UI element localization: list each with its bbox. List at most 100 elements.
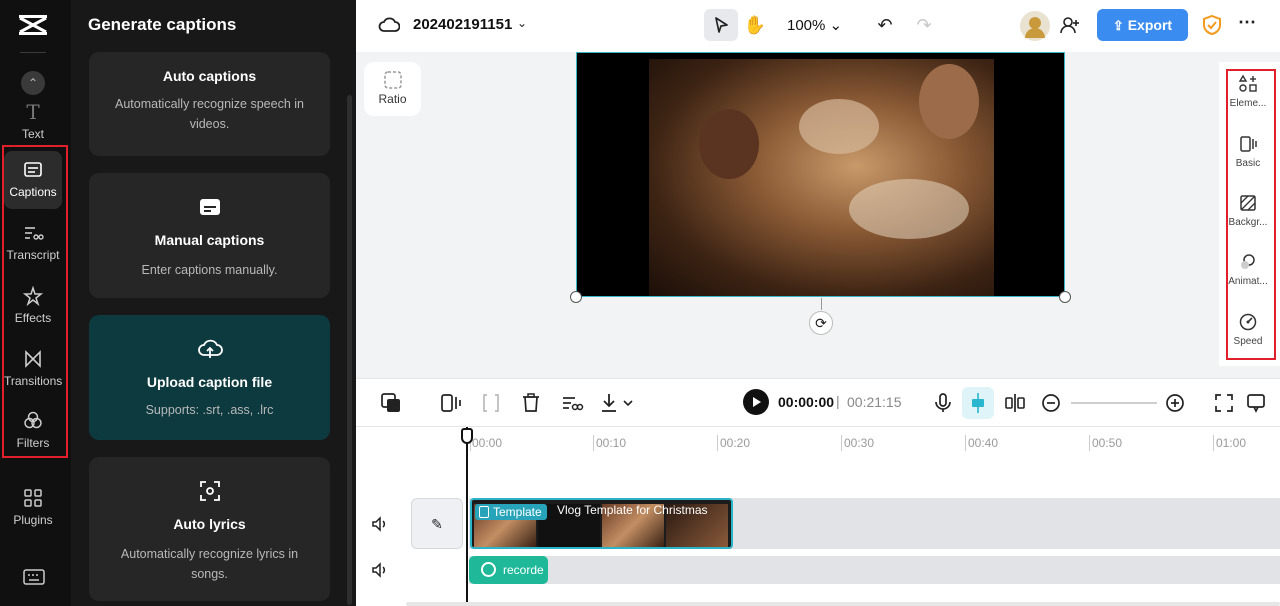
zoom-value: 100% <box>787 17 826 34</box>
replace-clip-icon[interactable] <box>379 391 403 415</box>
tick-label: 00:50 <box>1092 436 1123 450</box>
magnet-snap-icon <box>972 393 984 413</box>
project-name[interactable]: 202402191151 <box>413 16 512 33</box>
auto-captions-card[interactable]: Auto captions Automatically recognize sp… <box>89 52 330 156</box>
tick-mark <box>1089 435 1090 451</box>
text-icon: T <box>26 100 40 124</box>
rail-item-plugins[interactable]: Plugins <box>4 479 62 537</box>
ratio-label: Ratio <box>378 92 407 106</box>
card-description: Supports: .srt, .ass, .lrc <box>145 403 274 417</box>
fullscreen-icon[interactable] <box>1212 391 1236 415</box>
zoom-slider[interactable] <box>1071 402 1157 404</box>
feedback-icon[interactable] <box>1244 391 1268 415</box>
trim-icon[interactable] <box>479 391 503 415</box>
card-title: Upload caption file <box>146 374 273 390</box>
resize-handle[interactable] <box>1059 291 1071 303</box>
redo-button[interactable]: ↷ <box>907 9 941 41</box>
pencil-icon: ✎ <box>431 516 443 532</box>
tick-label: 00:00 <box>472 436 503 450</box>
card-title: Auto lyrics <box>173 516 246 532</box>
audio-track[interactable] <box>469 556 1280 584</box>
timeline-scrollbar[interactable] <box>406 602 1280 606</box>
play-icon <box>753 397 761 407</box>
hand-tool-button[interactable]: ✋ <box>738 9 772 41</box>
microphone-icon[interactable] <box>931 391 955 415</box>
template-badge: Template <box>475 504 547 520</box>
video-preview-frame[interactable] <box>576 52 1065 297</box>
subtitle-icon <box>199 199 220 215</box>
auto-snap-toggle[interactable] <box>962 387 994 419</box>
card-title: Auto captions <box>162 68 257 84</box>
card-description: Automatically recognize lyrics in songs. <box>120 547 299 581</box>
rotate-icon[interactable]: ⟳ <box>809 311 833 335</box>
undo-button[interactable]: ↶ <box>868 9 902 41</box>
preview-canvas: Ratio ⟳ <box>356 52 1280 378</box>
playhead[interactable] <box>466 427 468 606</box>
playhead-handle[interactable] <box>461 428 473 444</box>
pointer-icon <box>715 17 728 33</box>
scroll-up-icon[interactable]: ⌃ <box>21 71 45 95</box>
panel-scrollbar[interactable] <box>347 95 352 605</box>
keyboard-icon[interactable] <box>23 568 45 586</box>
zoom-in-icon[interactable] <box>1163 391 1187 415</box>
hand-icon: ✋ <box>743 15 767 35</box>
cover-edit-button[interactable]: ✎ <box>411 498 463 549</box>
add-user-icon[interactable] <box>1060 15 1080 35</box>
delete-icon[interactable] <box>519 391 543 415</box>
tick-label: 00:10 <box>596 436 627 450</box>
top-bar: 202402191151 ⌄ ✋ 100% ⌄ ↶ ↷ ⇪ Export ⋯ <box>356 0 1280 52</box>
export-button[interactable]: ⇪ Export <box>1097 9 1188 41</box>
more-options-icon[interactable]: ⋯ <box>1238 12 1256 33</box>
current-time: 00:00:00 <box>778 394 835 410</box>
cloud-upload-icon <box>197 339 223 358</box>
lyrics-scan-icon <box>199 481 220 501</box>
resize-handle[interactable] <box>570 291 582 303</box>
tick-mark <box>965 435 966 451</box>
rail-item-text[interactable]: T Text <box>4 93 62 151</box>
cloud-sync-icon[interactable] <box>378 14 400 36</box>
redo-icon: ↷ <box>916 15 932 35</box>
split-layout-icon[interactable] <box>439 391 463 415</box>
tick-mark <box>593 435 594 451</box>
chevron-down-icon[interactable]: ⌄ <box>517 16 527 30</box>
plugins-grid-icon <box>24 489 42 507</box>
clip-name: Vlog Template for Christmas <box>557 503 708 517</box>
volume-icon[interactable] <box>371 515 389 533</box>
zoom-level[interactable]: 100% ⌄ <box>787 16 842 34</box>
audio-clip-name: recorde <box>503 563 544 577</box>
avatar[interactable] <box>1020 11 1050 41</box>
play-button[interactable] <box>743 389 769 415</box>
audio-icon <box>481 562 496 577</box>
timeline: 00:00 00:10 00:20 00:30 00:40 00:50 01:0… <box>356 426 1280 606</box>
tick-label: 00:20 <box>720 436 751 450</box>
upload-caption-file-card[interactable]: Upload caption file Supports: .srt, .ass… <box>89 315 330 440</box>
shield-icon[interactable] <box>1202 14 1222 36</box>
manual-captions-card[interactable]: Manual captions Enter captions manually. <box>89 173 330 298</box>
auto-lyrics-card[interactable]: Auto lyrics Automatically recognize lyri… <box>89 457 330 601</box>
tick-mark <box>717 435 718 451</box>
video-clip[interactable]: Template Vlog Template for Christmas <box>470 498 733 549</box>
transcript-icon[interactable] <box>560 391 584 415</box>
rotate-connector <box>821 298 822 310</box>
card-title: Manual captions <box>154 232 265 248</box>
volume-icon[interactable] <box>371 561 389 579</box>
left-rail: ⌃ T Text Captions Transcript Effects Tra… <box>0 0 71 606</box>
ratio-icon <box>383 71 402 89</box>
download-dropdown-icon[interactable] <box>599 391 637 415</box>
split-icon[interactable] <box>1003 391 1027 415</box>
card-description: Automatically recognize speech in videos… <box>115 97 304 131</box>
select-tool-button[interactable] <box>704 9 738 41</box>
user-avatar-icon <box>1025 17 1045 38</box>
video-frame-image <box>649 59 994 296</box>
template-badge-label: Template <box>493 505 542 519</box>
zoom-out-icon[interactable] <box>1039 391 1063 415</box>
audio-clip[interactable]: recorde <box>469 556 548 584</box>
time-separator: | <box>836 393 840 409</box>
tick-mark <box>1213 435 1214 451</box>
card-description: Enter captions manually. <box>141 263 278 277</box>
timeline-toolbar: 00:00:00 | 00:21:15 <box>356 378 1280 426</box>
export-label: Export <box>1127 17 1173 33</box>
tick-mark <box>841 435 842 451</box>
highlight-box <box>2 145 68 458</box>
ratio-button[interactable]: Ratio <box>364 62 421 116</box>
